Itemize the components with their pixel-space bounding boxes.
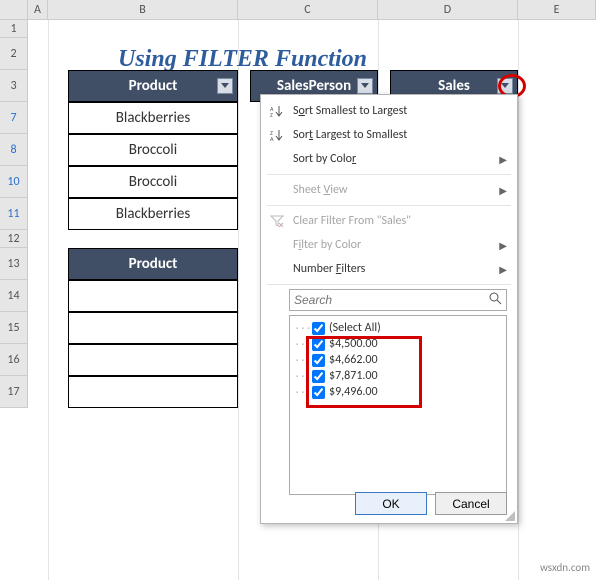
menu-sort-color[interactable]: Sort by Color ▶ [261, 147, 517, 171]
filter-dropdown-panel: AZ Sort Smallest to Largest ZA Sort Larg… [260, 94, 518, 524]
chevron-down-icon [361, 82, 369, 90]
row-10[interactable]: 10 [0, 166, 28, 198]
search-icon [489, 292, 503, 310]
svg-text:Z: Z [270, 111, 273, 118]
menu-filter-color-label: Filter by Color [293, 238, 361, 252]
menu-sort-desc-label: Sort Largest to Smallest [293, 128, 407, 142]
th-salesperson-label: SalesPerson [277, 77, 351, 95]
cell-b11[interactable]: Blackberries [68, 198, 238, 230]
cell-b7-text: Blackberries [116, 109, 191, 127]
row-8[interactable]: 8 [0, 134, 28, 166]
row-11[interactable]: 11 [0, 198, 28, 230]
sort-asc-icon: AZ [267, 104, 287, 118]
check-item-0[interactable]: ··· $4,500.00 [292, 336, 504, 352]
menu-clear-filter-label: Clear Filter From "Sales" [293, 214, 411, 228]
chevron-right-icon: ▶ [499, 184, 507, 197]
checkbox-0[interactable] [312, 338, 325, 351]
ok-button[interactable]: OK [355, 492, 427, 515]
row-3[interactable]: 3 [0, 70, 28, 102]
sort-desc-icon: ZA [267, 128, 287, 142]
checkbox-1[interactable] [312, 354, 325, 367]
check-item-3-label: $9,496.00 [329, 385, 378, 399]
col-B[interactable]: B [48, 0, 238, 19]
funnel-clear-icon [267, 214, 287, 228]
chevron-right-icon: ▶ [499, 239, 507, 252]
menu-number-filters-label: Number Filters [293, 262, 365, 276]
chevron-right-icon: ▶ [499, 263, 507, 276]
cell-b17[interactable] [68, 376, 238, 408]
filter-dropdown-product[interactable] [217, 78, 233, 94]
row-14[interactable]: 14 [0, 280, 28, 312]
cell-b15[interactable] [68, 312, 238, 344]
filter-search-input[interactable] [289, 289, 507, 311]
watermark: wsxdn.com [540, 561, 590, 574]
checkbox-select-all[interactable] [312, 322, 325, 335]
check-item-3[interactable]: ··· $9,496.00 [292, 384, 504, 400]
check-item-2-label: $7,871.00 [329, 369, 378, 383]
cell-b10[interactable]: Broccoli [68, 166, 238, 198]
cell-b16[interactable] [68, 344, 238, 376]
check-item-2[interactable]: ··· $7,871.00 [292, 368, 504, 384]
checkbox-3[interactable] [312, 386, 325, 399]
row-16[interactable]: 16 [0, 344, 28, 376]
row-1[interactable]: 1 [0, 20, 28, 38]
svg-text:A: A [270, 135, 274, 142]
col-D[interactable]: D [378, 0, 518, 19]
row-17[interactable]: 17 [0, 376, 28, 408]
row-7[interactable]: 7 [0, 102, 28, 134]
cancel-button[interactable]: Cancel [435, 492, 507, 515]
filter-dropdown-sales[interactable] [497, 78, 513, 94]
checkbox-2[interactable] [312, 370, 325, 383]
col-A[interactable]: A [28, 0, 48, 19]
menu-sort-color-label: Sort by Color [293, 152, 356, 166]
page-title: Using FILTER Function [118, 46, 367, 73]
column-headers: A B C D E [0, 0, 596, 20]
cell-b8[interactable]: Broccoli [68, 134, 238, 166]
row-12[interactable]: 12 [0, 230, 28, 248]
check-item-1-label: $4,662.00 [329, 353, 378, 367]
row-2[interactable]: 2 [0, 38, 28, 70]
menu-sort-desc[interactable]: ZA Sort Largest to Smallest [261, 123, 517, 147]
th2-product: Product [68, 248, 238, 280]
row-13[interactable]: 13 [0, 248, 28, 280]
chevron-down-icon [221, 82, 229, 90]
th2-product-label: Product [129, 255, 178, 273]
select-all-corner[interactable] [0, 0, 28, 19]
chevron-down-icon [501, 82, 509, 90]
check-item-0-label: $4,500.00 [329, 337, 378, 351]
check-select-all[interactable]: ··· (Select All) [292, 320, 504, 336]
cell-b8-text: Broccoli [129, 141, 177, 159]
check-item-1[interactable]: ··· $4,662.00 [292, 352, 504, 368]
th-product: Product [68, 70, 238, 102]
cell-b11-text: Blackberries [116, 205, 191, 223]
th-sales-label: Sales [438, 77, 470, 95]
col-E[interactable]: E [518, 0, 596, 19]
menu-sheet-view-label: Sheet View [293, 183, 348, 197]
menu-sheet-view: Sheet View ▶ [261, 178, 517, 202]
th-product-label: Product [129, 77, 178, 95]
cell-b7[interactable]: Blackberries [68, 102, 238, 134]
chevron-right-icon: ▶ [499, 153, 507, 166]
filter-dropdown-salesperson[interactable] [357, 78, 373, 94]
cell-b10-text: Broccoli [129, 173, 177, 191]
menu-filter-color: Filter by Color ▶ [261, 233, 517, 257]
filter-checklist: ··· (Select All) ··· $4,500.00 ··· $4,66… [289, 315, 507, 495]
col-C[interactable]: C [238, 0, 378, 19]
menu-sort-asc[interactable]: AZ Sort Smallest to Largest [261, 99, 517, 123]
row-15[interactable]: 15 [0, 312, 28, 344]
resize-grip-icon[interactable] [505, 511, 515, 521]
menu-number-filters[interactable]: Number Filters ▶ [261, 257, 517, 281]
cell-b14[interactable] [68, 280, 238, 312]
menu-clear-filter: Clear Filter From "Sales" [261, 209, 517, 233]
row-headers: 1 2 3 7 8 10 11 12 13 14 15 16 17 [0, 20, 28, 408]
menu-sort-asc-label: Sort Smallest to Largest [293, 104, 407, 118]
check-select-all-label: (Select All) [329, 321, 381, 335]
